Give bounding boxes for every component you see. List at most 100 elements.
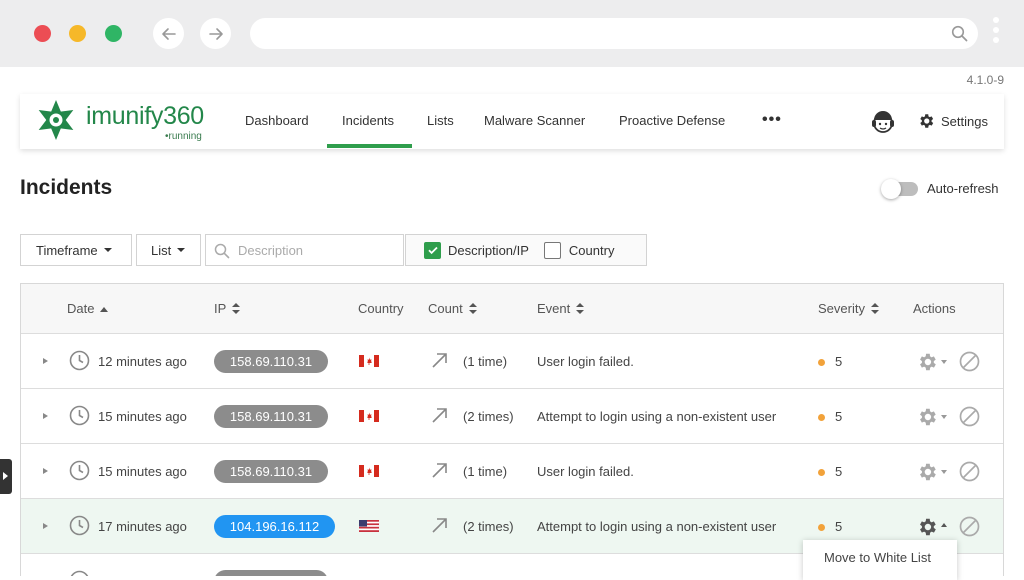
incident-count: (1 time)	[463, 464, 508, 479]
incident-severity: 5	[835, 409, 843, 424]
app-navbar: imunify360 •running Dashboard Incidents …	[20, 94, 1004, 149]
side-panel-handle[interactable]	[0, 459, 12, 494]
incident-count: (2 times)	[463, 519, 514, 534]
browser-back-button[interactable]	[153, 18, 184, 49]
incident-time: 15 minutes ago	[98, 409, 187, 424]
arrow-up-right-icon	[432, 463, 447, 478]
canada-flag-icon	[359, 355, 379, 367]
expand-row-icon[interactable]	[43, 358, 48, 364]
app-version: 4.1.0-9	[966, 73, 1004, 87]
timeframe-label: Timeframe	[36, 242, 98, 258]
header-date[interactable]: Date	[67, 301, 109, 316]
incident-event: User login failed.	[537, 464, 634, 479]
tab-lists[interactable]: Lists	[427, 113, 454, 128]
block-icon[interactable]	[959, 516, 980, 537]
action-menu-item-move-to-white-list[interactable]: Move to White List	[803, 540, 957, 580]
description-ip-checkbox[interactable]	[424, 241, 441, 259]
incident-event: Attempt to login using a non-existent us…	[537, 519, 777, 534]
clock-icon	[69, 515, 90, 536]
ip-badge[interactable]	[214, 570, 328, 576]
support-avatar-icon[interactable]	[869, 108, 897, 136]
tab-proactive-defense[interactable]: Proactive Defense	[619, 113, 725, 128]
incident-count: (1 time)	[463, 354, 508, 369]
tab-malware-scanner[interactable]: Malware Scanner	[484, 113, 585, 128]
usa-flag-icon	[359, 520, 379, 532]
country-label: Country	[568, 242, 615, 258]
severity-dot-icon	[818, 414, 825, 421]
caret-down-icon	[177, 248, 186, 252]
header-ip[interactable]: IP	[214, 301, 241, 316]
brand-name: imunify360	[86, 102, 204, 130]
browser-menu-icon[interactable]	[991, 17, 1001, 51]
sort-asc-icon	[100, 306, 109, 312]
arrow-up-right-icon	[432, 408, 447, 423]
search-icon	[951, 25, 968, 42]
ip-badge[interactable]: 158.69.110.31	[214, 350, 328, 373]
expand-row-icon[interactable]	[43, 468, 48, 474]
block-icon[interactable]	[959, 406, 980, 427]
clock-icon	[69, 405, 90, 426]
ip-badge[interactable]: 104.196.16.112	[214, 515, 335, 538]
block-icon[interactable]	[959, 461, 980, 482]
checkmark-icon	[427, 246, 438, 255]
gear-icon[interactable]	[916, 516, 938, 538]
expand-row-icon[interactable]	[43, 523, 48, 529]
incident-time: 15 minutes ago	[98, 464, 187, 479]
window-minimize-button[interactable]	[69, 25, 86, 42]
severity-dot-icon	[818, 359, 825, 366]
ip-badge[interactable]: 158.69.110.31	[214, 405, 328, 428]
list-dropdown[interactable]: List	[136, 234, 201, 266]
sort-icon	[870, 303, 879, 314]
incident-time: 12 minutes ago	[98, 354, 187, 369]
header-count[interactable]: Count	[428, 301, 477, 316]
table-row[interactable]: 15 minutes ago 158.69.110.31 (2 times) A…	[21, 389, 1003, 444]
header-severity[interactable]: Severity	[818, 301, 879, 316]
clock-icon	[70, 570, 89, 576]
arrow-up-right-icon	[432, 353, 447, 368]
table-row[interactable]: 15 minutes ago 158.69.110.31 (1 time) Us…	[21, 444, 1003, 499]
tab-incidents[interactable]: Incidents	[342, 113, 394, 128]
auto-refresh-toggle[interactable]	[881, 178, 918, 199]
table-row[interactable]: 12 minutes ago 158.69.110.31 (1 time) Us…	[21, 334, 1003, 389]
window-maximize-button[interactable]	[105, 25, 122, 42]
expand-row-icon[interactable]	[43, 413, 48, 419]
table-header: Date IP Country Count Event Severity Act…	[21, 284, 1003, 334]
auto-refresh[interactable]: Auto-refresh	[881, 178, 999, 199]
sort-icon	[232, 303, 241, 314]
gear-icon[interactable]	[916, 406, 938, 428]
window-close-button[interactable]	[34, 25, 51, 42]
header-country: Country	[358, 301, 404, 316]
gear-icon[interactable]	[916, 461, 938, 483]
list-label: List	[151, 242, 172, 258]
caret-down-icon[interactable]	[941, 470, 947, 474]
block-icon[interactable]	[959, 351, 980, 372]
clock-icon	[69, 460, 90, 481]
sort-icon	[576, 303, 585, 314]
settings-button[interactable]: Settings	[917, 112, 988, 130]
incident-severity: 5	[835, 464, 843, 479]
address-bar[interactable]	[250, 18, 978, 49]
clock-icon	[69, 350, 90, 371]
browser-forward-button[interactable]	[200, 18, 231, 49]
description-search-input[interactable]: Description	[205, 234, 404, 266]
incident-time: 17 minutes ago	[98, 519, 187, 534]
gear-icon	[920, 114, 934, 128]
ip-badge[interactable]: 158.69.110.31	[214, 460, 328, 483]
country-checkbox[interactable]	[543, 241, 561, 259]
caret-down-icon[interactable]	[941, 415, 947, 419]
header-event[interactable]: Event	[537, 301, 585, 316]
incident-severity: 5	[835, 354, 843, 369]
caret-up-icon[interactable]	[941, 523, 947, 527]
description-ip-label: Description/IP	[448, 242, 529, 258]
more-menu-button[interactable]: •••	[762, 111, 782, 129]
canada-flag-icon	[359, 410, 379, 422]
arrow-right-icon	[208, 27, 223, 40]
search-scope-options: Description/IP Country	[405, 234, 647, 266]
gear-icon[interactable]	[916, 351, 938, 373]
caret-down-icon[interactable]	[941, 360, 947, 364]
timeframe-dropdown[interactable]: Timeframe	[20, 234, 132, 266]
incident-event: Attempt to login using a non-existent us…	[537, 409, 777, 424]
arrow-up-right-icon	[432, 518, 447, 533]
incident-count: (2 times)	[463, 409, 514, 424]
tab-dashboard[interactable]: Dashboard	[245, 113, 309, 128]
